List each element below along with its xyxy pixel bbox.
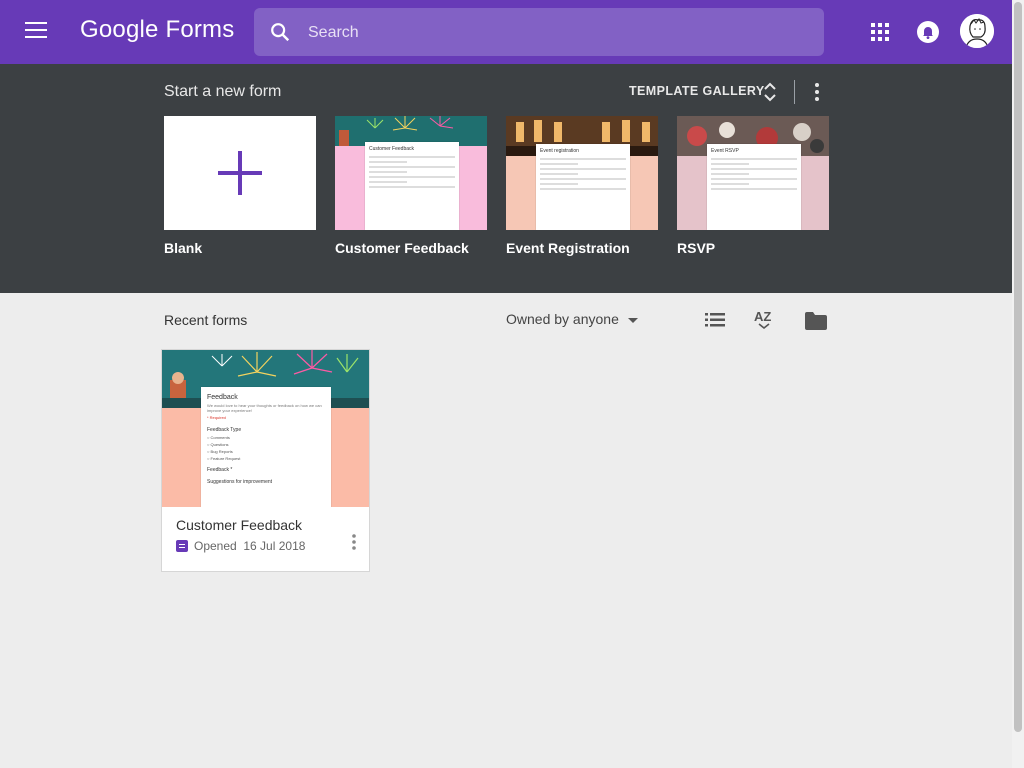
preview-suggestions-label: Suggestions for improvement — [207, 479, 273, 485]
page-scrollbar[interactable] — [1012, 0, 1024, 768]
more-vert-icon[interactable] — [350, 533, 358, 551]
form-preview: Customer Feedback — [365, 142, 459, 230]
folder-icon[interactable] — [805, 312, 827, 330]
form-preview: Feedback We would love to hear your thou… — [201, 387, 331, 507]
expand-collapse-icon[interactable] — [763, 81, 777, 103]
search-input[interactable] — [306, 8, 810, 58]
form-meta: Opened 16 Jul 2018 — [176, 539, 305, 553]
template-label: RSVP — [677, 240, 716, 256]
main-menu-icon[interactable] — [25, 22, 47, 42]
template-label: Blank — [164, 240, 203, 256]
preview-option: Questions — [201, 441, 331, 448]
preview-title: Customer Feedback — [369, 146, 415, 152]
more-vert-icon[interactable] — [810, 82, 824, 102]
template-label: Event Registration — [506, 240, 630, 256]
scrollbar-thumb[interactable] — [1014, 2, 1022, 732]
preview-option: Bug Reports — [201, 448, 331, 455]
template-label: Customer Feedback — [335, 240, 469, 256]
preview-title: Feedback — [207, 394, 238, 401]
sort-label: AZ — [754, 309, 772, 324]
preview-option: Comments — [201, 434, 331, 441]
preview-feedback-label: Feedback * — [207, 467, 233, 473]
list-view-icon[interactable] — [705, 312, 725, 328]
opened-label: Opened — [194, 539, 237, 553]
form-preview: Event registration — [536, 144, 630, 230]
template-section: Start a new form TEMPLATE GALLERY Blank … — [0, 64, 1012, 293]
preview-option: Feature Request — [201, 455, 331, 462]
search-bar[interactable] — [254, 8, 824, 58]
preview-title: Event registration — [540, 148, 579, 154]
recent-forms-title: Recent forms — [164, 312, 248, 328]
template-gallery-button[interactable]: TEMPLATE GALLERY — [629, 84, 765, 98]
template-rsvp[interactable]: Event RSVP — [677, 116, 829, 230]
forms-icon — [176, 540, 188, 552]
apps-grid-icon[interactable] — [871, 23, 889, 41]
notifications-icon[interactable] — [916, 20, 940, 44]
app-logo[interactable]: Google Forms — [80, 16, 234, 44]
preview-title: Event RSVP — [711, 148, 739, 154]
owner-filter-label: Owned by anyone — [506, 311, 619, 327]
plus-icon — [218, 151, 262, 195]
template-customer-feedback[interactable]: Customer Feedback — [335, 116, 487, 230]
divider — [794, 80, 795, 104]
recent-form-card[interactable]: Feedback We would love to hear your thou… — [161, 349, 370, 572]
template-blank[interactable] — [164, 116, 316, 230]
caret-down-icon — [627, 317, 638, 323]
preview-required: * Required — [207, 415, 226, 420]
form-name: Customer Feedback — [176, 517, 303, 533]
opened-date: 16 Jul 2018 — [243, 539, 306, 553]
app-header: Google Forms — [0, 0, 1012, 64]
form-preview: Event RSVP — [707, 144, 801, 230]
search-icon[interactable] — [269, 21, 291, 43]
form-thumbnail: Feedback We would love to hear your thou… — [162, 350, 369, 507]
preview-section: Feedback Type — [207, 427, 242, 433]
section-title: Start a new form — [164, 83, 282, 100]
account-avatar[interactable] — [960, 14, 994, 48]
owner-filter-dropdown[interactable]: Owned by anyone — [506, 311, 638, 327]
template-event-registration[interactable]: Event registration — [506, 116, 658, 230]
sort-az-icon[interactable]: AZ — [754, 309, 774, 329]
